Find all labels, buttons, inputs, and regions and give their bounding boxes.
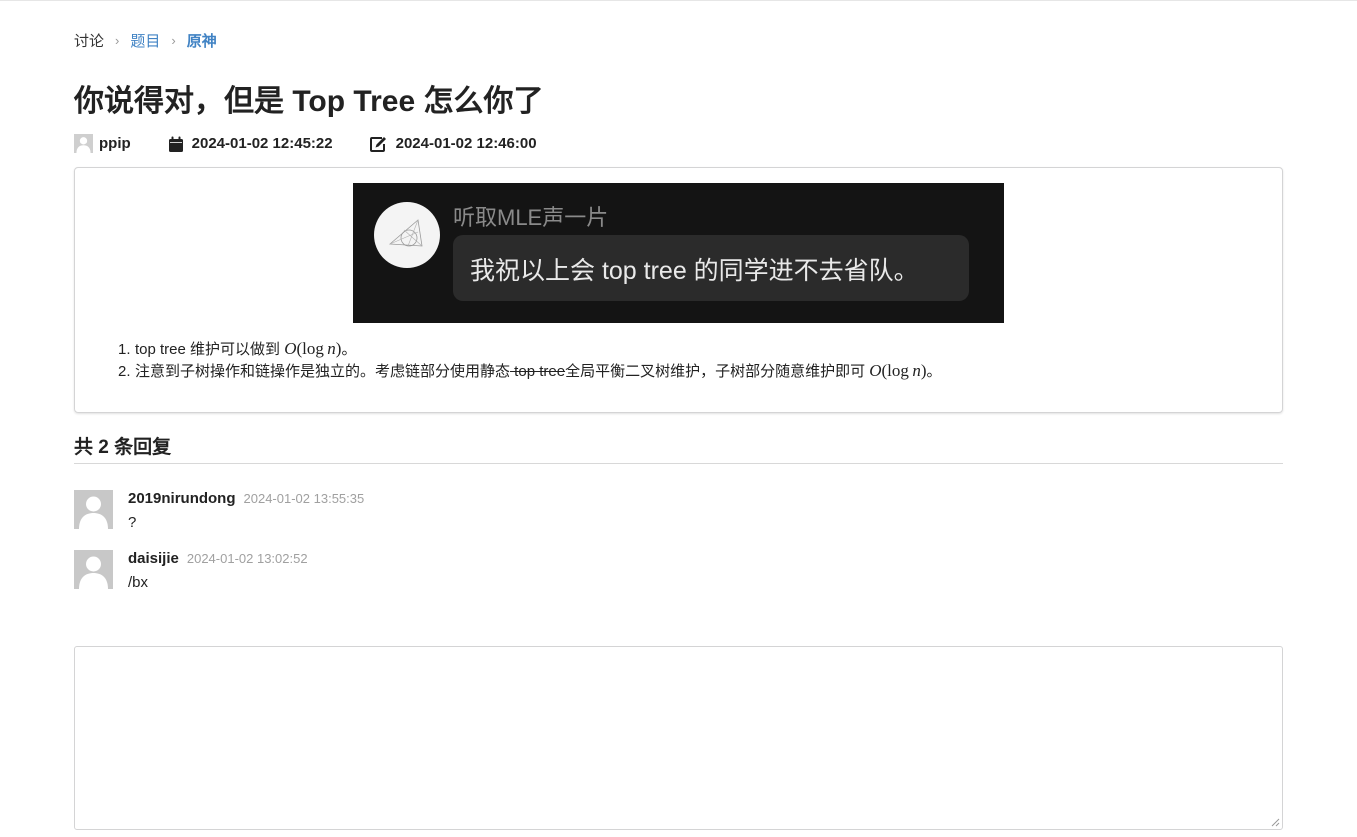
post-list: 1. top tree 维护可以做到 O(log n)。 2. 注意到子树操作和链操… [118,338,942,382]
post-body: 听取MLE声一片 我祝以上会 top tree 的同学进不去省队。 1. top … [74,167,1283,413]
geometry-avatar-icon [374,202,440,268]
post-edited-time: 2024-01-02 12:46:00 [395,135,537,152]
post-created-time: 2024-01-02 12:45:22 [191,135,333,152]
reply-author-name[interactable]: daisijie [128,550,179,567]
list-item-text: 全局平衡二叉树维护，子树部分随意维护即可 [565,363,870,380]
top-divider [0,0,1357,1]
replies-header: 共 2 条回复 [74,432,1283,464]
post-edited: 2024-01-02 12:46:00 [369,135,537,152]
reply-author: daisijie 2024-01-02 13:02:52 [128,550,308,567]
list-item-text: top tree 维护可以做到 [135,341,285,358]
reply-text: ? [128,514,137,531]
image-message-bubble: 我祝以上会 top tree 的同学进不去省队。 [453,235,969,301]
edit-icon [369,136,386,152]
chevron-right-icon: › [115,33,120,48]
breadcrumb-current[interactable]: 原神 [187,30,217,51]
breadcrumb-category-link[interactable]: 题目 [130,30,160,51]
list-item-text: 注意到子树操作和链操作是独立的。考虑链部分使用静态 [135,363,511,380]
post-created: 2024-01-02 12:45:22 [168,135,333,152]
resize-grip-icon[interactable] [1270,817,1280,827]
calendar-icon [168,136,183,152]
image-message-text: 我祝以上会 top tree 的同学进不去省队。 [470,257,919,285]
image-sender-name: 听取MLE声一片 [453,205,609,230]
list-item-text: 。 [926,363,942,380]
post-author-name[interactable]: ppip [99,135,131,152]
list-item-number: 1. [118,341,131,358]
user-avatar-icon[interactable] [74,490,113,529]
reply-editor[interactable] [74,646,1283,830]
page-title: 你说得对，但是 Top Tree 怎么你了 [74,85,544,118]
math-formula: O(log n) [869,361,927,380]
user-avatar-icon[interactable] [74,550,113,589]
breadcrumb: 讨论 › 题目 › 原神 [74,30,217,51]
user-avatar-icon [74,134,93,153]
reply-time: 2024-01-02 13:55:35 [243,491,365,506]
strikethrough-text: top tree [510,363,566,380]
reply-text: /bx [128,574,149,591]
math-formula: O(log n) [284,339,342,358]
breadcrumb-section: 讨论 [74,33,105,50]
post-meta: ppip 2024-01-02 12:45:22 2024-01-02 12:4… [74,134,537,153]
reply-author: 2019nirundong 2024-01-02 13:55:35 [128,490,364,507]
reply-time: 2024-01-02 13:02:52 [186,551,308,566]
reply-author-name[interactable]: 2019nirundong [128,490,236,507]
list-item-number: 2. [118,363,131,380]
list-item: 1. top tree 维护可以做到 O(log n)。 [118,338,942,360]
list-item: 2. 注意到子树操作和链操作是独立的。考虑链部分使用静态 top tree全局平衡… [118,360,942,382]
post-author[interactable]: ppip [74,134,131,153]
chevron-right-icon: › [171,33,176,48]
post-image: 听取MLE声一片 我祝以上会 top tree 的同学进不去省队。 [353,183,1004,323]
list-item-text: 。 [341,341,357,358]
